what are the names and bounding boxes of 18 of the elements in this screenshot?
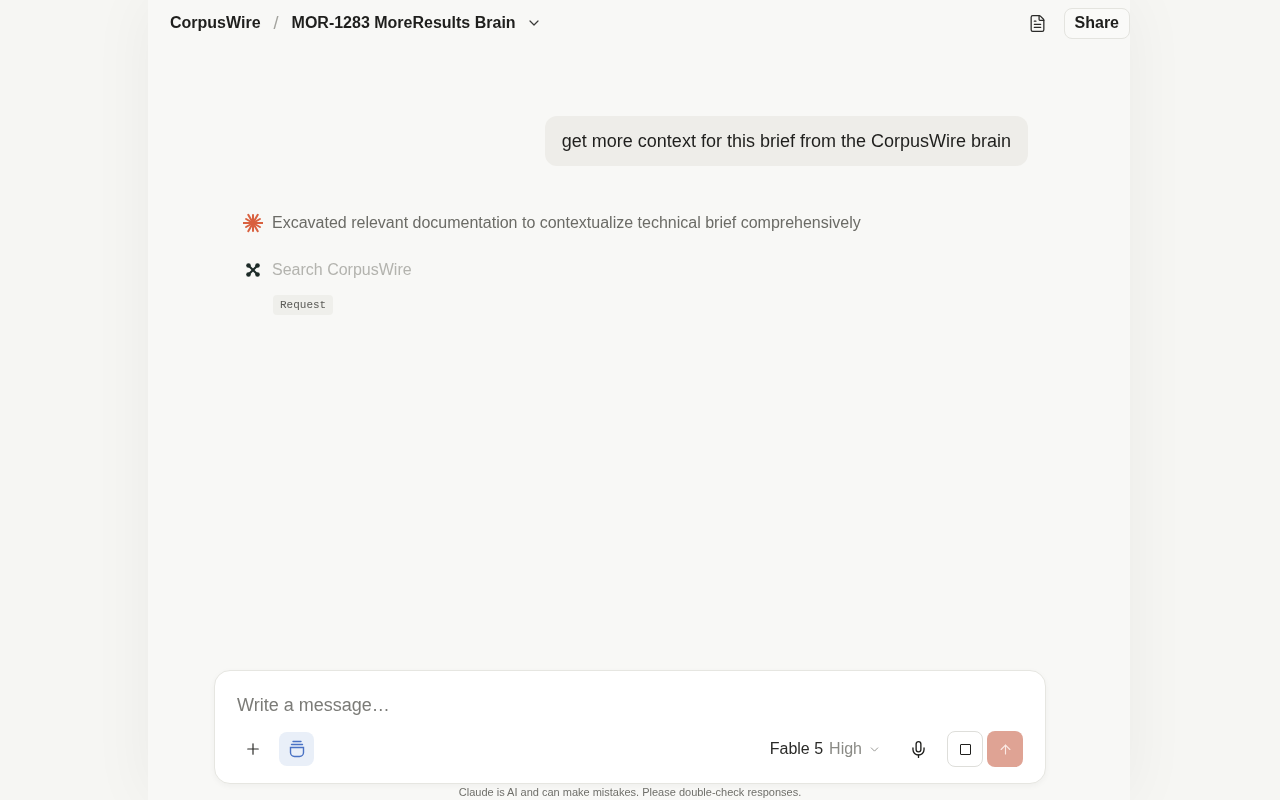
user-message-bubble: get more context for this brief from the CorpusWire brain [544,116,1028,166]
request-tag: Request [273,295,334,315]
step-summary-text: Excavated relevant documentation to contextualize technical brief comprehensively [272,213,861,233]
model-selector[interactable]: Fable 5 High [769,737,881,761]
stop-square-icon [959,743,971,755]
network-icon [246,263,260,277]
stop-button[interactable] [947,731,983,767]
breadcrumb-separator: / [273,11,279,35]
message-input[interactable]: Write a message… [237,693,1023,717]
project-title-button[interactable]: MOR-1283 MoreResults Brain [291,11,542,35]
sparkle-icon [243,213,263,233]
box-icon [287,740,306,758]
knowledge-toggle-button[interactable] [279,732,314,766]
workspace-link[interactable]: CorpusWire [170,11,261,35]
disclaimer-text: Claude is AI and can make mistakes. Please double-check responses. [458,785,802,800]
tool-call-text: Search CorpusWire [272,260,412,280]
plus-icon [244,740,262,758]
share-button[interactable]: Share [1063,7,1130,39]
